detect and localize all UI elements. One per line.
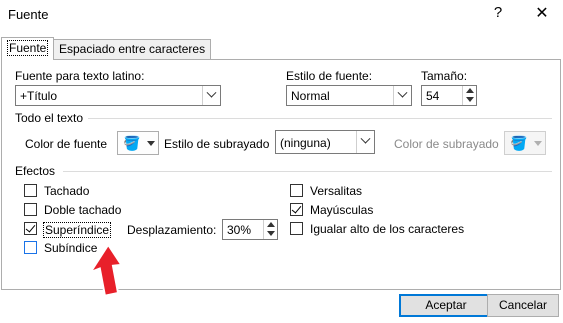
font-style-label: Estilo de fuente: (286, 69, 373, 83)
equalize-height-label[interactable]: Igualar alto de los caracteres (310, 222, 464, 236)
tab-fuente-label: Fuente (7, 40, 49, 56)
offset-spinner[interactable]: 30% (222, 219, 278, 240)
double-strikethrough-label[interactable]: Doble tachado (44, 203, 121, 217)
tab-espaciado-label: Espaciado entre caracteres (59, 42, 206, 56)
close-icon[interactable]: ✕ (534, 3, 550, 23)
paint-bucket-icon: 🪣 (123, 135, 141, 151)
double-strikethrough-checkbox[interactable] (24, 203, 37, 216)
cancel-button[interactable]: Cancelar (487, 294, 559, 317)
strikethrough-label[interactable]: Tachado (44, 184, 89, 198)
underline-style-label: Estilo de subrayado (164, 137, 270, 151)
font-color-picker[interactable]: 🪣 (117, 131, 159, 155)
underline-style-dropdown[interactable] (356, 131, 374, 153)
title-bar (0, 0, 563, 30)
all-caps-checkbox[interactable] (290, 203, 303, 216)
offset-spin-buttons[interactable] (263, 220, 277, 239)
section-divider (88, 118, 552, 119)
underline-color-label: Color de subrayado (394, 137, 499, 151)
size-label: Tamaño: (421, 69, 468, 83)
chevron-down-icon (360, 133, 371, 144)
spin-up-icon[interactable] (466, 88, 474, 93)
tab-espaciado[interactable]: Espaciado entre caracteres (53, 39, 212, 59)
size-spinner[interactable]: 54 (421, 85, 477, 106)
latin-font-value: +Título (20, 89, 58, 103)
latin-font-combo[interactable]: +Título (15, 85, 221, 106)
ok-button[interactable]: Aceptar (399, 294, 493, 317)
font-style-combo[interactable]: Normal (286, 85, 412, 106)
equalize-height-checkbox[interactable] (290, 222, 303, 235)
size-spin-buttons[interactable] (462, 86, 476, 105)
latin-font-label: Fuente para texto latino: (15, 69, 145, 83)
effects-section-title: Efectos (15, 164, 56, 178)
paint-bucket-icon: 🪣 (510, 135, 528, 151)
chevron-down-icon (206, 87, 217, 98)
question-mark-icon[interactable]: ? (490, 4, 506, 24)
subscript-checkbox[interactable] (24, 241, 37, 254)
superscript-label[interactable]: Superíndice (43, 222, 112, 238)
tab-fuente[interactable]: Fuente (1, 37, 55, 60)
spin-up-icon[interactable] (267, 222, 275, 227)
chevron-down-icon (397, 87, 408, 98)
caret-down-icon (147, 141, 155, 146)
size-value: 54 (426, 89, 440, 103)
font-color-label: Color de fuente (25, 137, 108, 151)
small-caps-label[interactable]: Versalitas (310, 184, 362, 198)
latin-font-dropdown[interactable] (202, 86, 220, 105)
font-style-dropdown[interactable] (393, 86, 411, 105)
spin-down-icon[interactable] (466, 97, 474, 102)
underline-color-picker[interactable]: 🪣 (504, 131, 546, 155)
caret-down-icon (534, 141, 542, 146)
strikethrough-checkbox[interactable] (24, 184, 37, 197)
all-text-section-title: Todo el texto (15, 111, 84, 125)
window-title: Fuente (8, 7, 49, 22)
underline-style-value: (ninguna) (280, 136, 331, 150)
underline-style-combo[interactable]: (ninguna) (275, 130, 375, 154)
all-caps-label[interactable]: Mayúsculas (310, 203, 373, 217)
small-caps-checkbox[interactable] (290, 184, 303, 197)
spin-down-icon[interactable] (267, 231, 275, 236)
section-divider (63, 171, 552, 172)
offset-label: Desplazamiento: (127, 223, 217, 237)
annotation-arrow-icon (87, 242, 124, 297)
font-style-value: Normal (291, 89, 330, 103)
offset-value: 30% (227, 223, 252, 237)
superscript-checkbox[interactable] (24, 222, 37, 235)
